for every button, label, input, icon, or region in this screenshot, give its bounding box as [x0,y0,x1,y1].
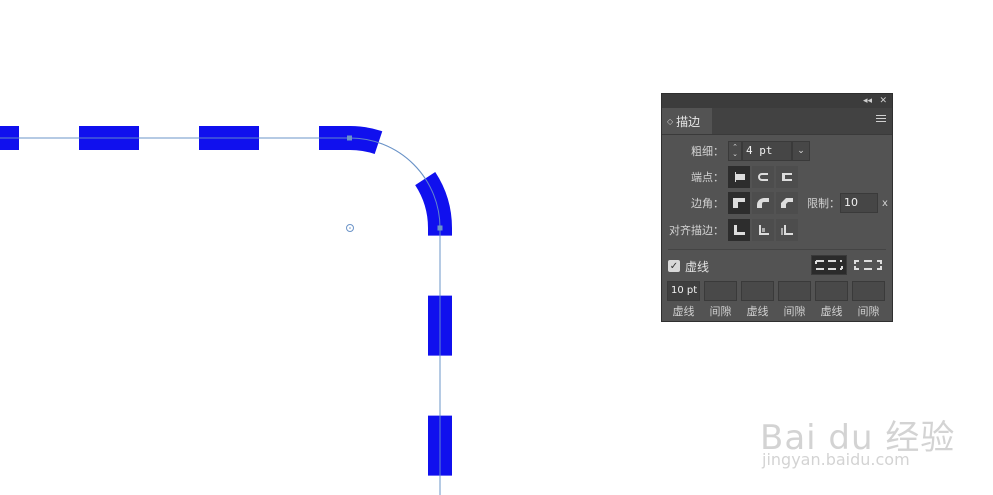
preserve-dash-button[interactable] [811,255,847,275]
dash-field-label: 虚线 [672,305,695,318]
anchor-point[interactable] [437,225,443,231]
weight-input[interactable]: 4 pt [742,141,792,161]
dash-field-label: 虚线 [820,305,843,318]
tab-stroke[interactable]: ◇ 描边 [662,108,712,134]
gap-field-label: 间隙 [783,305,806,318]
panel-title-bar: ◂◂ ✕ [662,94,892,108]
watermark-url: jingyan.baidu.com [762,450,910,469]
preserve-dash-icon [815,260,843,270]
cap-row: 端点： [662,166,800,188]
dash-gap-fields: 10 pt [667,281,889,301]
dashed-checkbox[interactable]: ✓ [668,260,680,272]
panel-tab-bar: ◇ 描边 [662,108,892,135]
miter-join-icon[interactable] [728,192,750,214]
center-point-dot [349,227,351,229]
path-line [0,137,441,495]
align-outside-icon[interactable] [776,219,798,241]
panel-menu-icon[interactable] [876,115,886,124]
weight-stepper-icon[interactable]: ⌃ ⌄ [728,141,742,161]
close-icon[interactable]: ✕ [879,94,887,108]
bevel-join-icon[interactable] [776,192,798,214]
weight-row: 粗细： ⌃ ⌄ 4 pt ⌄ [662,140,810,162]
butt-cap-icon[interactable] [728,166,750,188]
expand-arrows-icon: ◇ [667,116,674,126]
gap-input[interactable] [778,281,811,301]
collapse-icon[interactable]: ◂◂ [863,94,872,108]
dash-input[interactable]: 10 pt [667,281,700,301]
dashed-label: 虚线 [685,259,710,274]
align-dash-corners-button[interactable] [850,255,886,275]
anchor-point[interactable] [347,135,352,141]
corner-row: 边角： 限制： 10 x [662,192,888,214]
align-dash-corners-icon [854,260,882,270]
tab-stroke-label: 描边 [676,114,701,129]
dashed-row: ✓ 虚线 [668,255,709,277]
round-cap-icon[interactable] [752,166,774,188]
projecting-cap-icon[interactable] [776,166,798,188]
gap-input[interactable] [704,281,737,301]
gap-field-label: 间隙 [857,305,880,318]
limit-unit: x [882,197,888,209]
path-line-overlay [0,137,441,495]
cap-label: 端点： [691,171,724,184]
dash-input[interactable] [741,281,774,301]
section-divider [668,249,886,250]
gap-field-label: 间隙 [709,305,732,318]
dash-field-label: 虚线 [746,305,769,318]
dash-gap-labels: 虚线 间隙 虚线 间隙 虚线 间隙 [667,303,889,319]
round-join-icon[interactable] [752,192,774,214]
align-center-icon[interactable] [728,219,750,241]
align-row: 对齐描边： [662,219,800,241]
miter-limit-input[interactable]: 10 [840,193,878,213]
corner-label: 边角： [691,197,724,210]
chevron-down-icon[interactable]: ⌄ [792,141,810,161]
weight-label: 粗细： [691,145,724,158]
align-label: 对齐描边： [669,224,724,237]
stroke-panel: ◂◂ ✕ ◇ 描边 粗细： ⌃ ⌄ 4 pt ⌄ 端点： 边角： 限制： 10 … [661,93,893,322]
align-inside-icon[interactable] [752,219,774,241]
limit-label: 限制： [807,197,840,210]
dashed-stroke[interactable] [0,126,452,495]
dash-input[interactable] [815,281,848,301]
gap-input[interactable] [852,281,885,301]
